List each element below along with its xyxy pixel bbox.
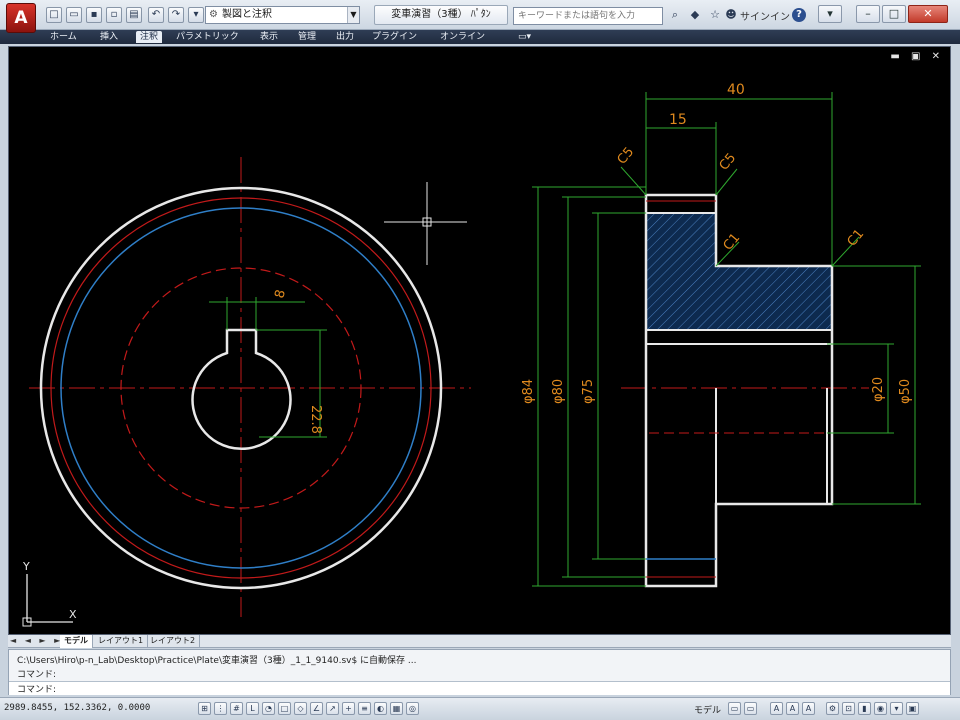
workspace-select[interactable]: ⚙ 製図と注釈 ▼ <box>205 6 360 24</box>
document-title: 変車演習（3種） ﾊﾟﾀﾝ <box>374 5 508 25</box>
quick-view-layouts-icon[interactable]: ▭ <box>728 702 741 715</box>
minimize-icon[interactable]: – <box>856 5 880 23</box>
object-snap-tracking-icon[interactable]: ∠ <box>310 702 323 715</box>
tab-layout2[interactable]: レイアウト2 <box>146 635 201 648</box>
status-bar: 2989.8455, 152.3362, 0.0000 ⊞ ⋮ # L ◔ □ … <box>0 697 960 720</box>
save-as-icon[interactable]: ▫ <box>106 7 122 23</box>
command-window: C:\Users\Hiro\p-n_Lab\Desktop\Practice\P… <box>8 649 951 695</box>
dim-bore-diameter: φ20 <box>871 377 886 402</box>
dim-hub-width: 15 <box>669 112 687 128</box>
command-prompt-line: コマンド: <box>17 670 57 680</box>
grid-display-icon[interactable]: # <box>230 702 243 715</box>
tab-insert[interactable]: 挿入 <box>96 31 122 43</box>
workspace-select-value: 製図と注釈 <box>222 9 272 20</box>
open-folder-icon[interactable]: ▭ <box>66 7 82 23</box>
chamfer-label-left: C5 <box>615 145 638 168</box>
tab-layout1[interactable]: レイアウト1 <box>94 635 149 648</box>
dynamic-ucs-icon[interactable]: ↗ <box>326 702 339 715</box>
close-icon[interactable]: ✕ <box>908 5 948 23</box>
drawing-area[interactable]: 8 22.8 40 15 C5 C5 C1 C1 φ84 φ80 φ75 φ20… <box>8 46 951 635</box>
lineweight-icon[interactable]: ≡ <box>358 702 371 715</box>
redo-icon[interactable]: ↷ <box>168 7 184 23</box>
annotation-visibility-icon[interactable]: A <box>786 702 799 715</box>
dim-key-depth: 22.8 <box>308 405 323 434</box>
hatch-rim <box>646 213 716 330</box>
layout-nav-arrows[interactable]: ◄ ◄ ► ► <box>10 636 63 645</box>
isolate-objects-icon[interactable]: ◉ <box>874 702 887 715</box>
tab-view[interactable]: 表示 <box>256 31 282 43</box>
lock-icon[interactable]: ⊡ <box>842 702 855 715</box>
snap-mode-icon[interactable]: ⋮ <box>214 702 227 715</box>
title-bar: A □ ▭ ▪ ▫ ▤ ↶ ↷ ▾ ⚙ 製図と注釈 ▼ 変車演習（3種） ﾊﾟﾀ… <box>0 0 960 33</box>
user-icon[interactable]: ☻ <box>724 8 738 22</box>
signin-button[interactable]: サインイン <box>740 8 790 23</box>
chevron-down-icon: ▼ <box>347 7 359 23</box>
document-title-text: 変車演習（3種） <box>391 9 468 20</box>
ribbon-tab-bar: ホーム 挿入 注釈 パラメトリック 表示 管理 出力 プラグイン オンライン ▭… <box>0 30 960 44</box>
ribbon-toggle-icon[interactable]: ▭▾ <box>514 31 535 43</box>
workspace-switching-icon[interactable]: ⚙ <box>826 702 839 715</box>
tab-output[interactable]: 出力 <box>332 31 358 43</box>
dynamic-input-icon[interactable]: + <box>342 702 355 715</box>
tab-parametric[interactable]: パラメトリック <box>172 31 243 43</box>
print-icon[interactable]: ▤ <box>126 7 142 23</box>
viewport-controls[interactable]: ▬ ▣ ✕ <box>890 51 944 62</box>
maximize-icon[interactable]: □ <box>882 5 906 23</box>
selection-cycling-icon[interactable]: ◎ <box>406 702 419 715</box>
infer-constraints-icon[interactable]: ⊞ <box>198 702 211 715</box>
document-title-suffix: ﾊﾟﾀﾝ <box>470 9 491 20</box>
layout-tab-bar: ◄ ◄ ► ► モデル レイアウト1 レイアウト2 <box>8 635 951 648</box>
info-icon[interactable]: ▾ <box>818 5 842 23</box>
model-space-toggle[interactable]: モデル <box>694 703 721 716</box>
communication-icon[interactable]: ☆ <box>708 8 722 22</box>
quick-properties-icon[interactable]: ▦ <box>390 702 403 715</box>
hatch-hub <box>716 266 832 330</box>
save-icon[interactable]: ▪ <box>86 7 102 23</box>
tab-manage[interactable]: 管理 <box>294 31 320 43</box>
gear-icon: ⚙ <box>209 9 218 20</box>
transparency-icon[interactable]: ◐ <box>374 702 387 715</box>
hardware-acceleration-icon[interactable]: ▮ <box>858 702 871 715</box>
new-file-icon[interactable]: □ <box>46 7 62 23</box>
command-history: C:\Users\Hiro\p-n_Lab\Desktop\Practice\P… <box>17 656 417 666</box>
search-icon[interactable]: ⌕ <box>668 8 682 22</box>
front-view: 8 22.8 <box>29 157 471 617</box>
dim-outer-diameter: φ84 <box>521 379 536 404</box>
tab-plugins[interactable]: プラグイン <box>368 31 421 43</box>
search-input[interactable] <box>513 7 663 25</box>
annotation-scale-icon[interactable]: A <box>770 702 783 715</box>
application-menu-button[interactable]: A <box>6 3 36 33</box>
undo-icon[interactable]: ↶ <box>148 7 164 23</box>
ucs-icon: Y X <box>22 560 77 627</box>
ortho-mode-icon[interactable]: L <box>246 702 259 715</box>
chamfer-label-outer: C1 <box>845 227 868 250</box>
dim-key-width: 8 <box>272 288 289 300</box>
dim-second-diameter: φ80 <box>551 379 566 404</box>
quick-access-dropdown-icon[interactable]: ▾ <box>188 7 204 23</box>
subscription-icon[interactable]: ◆ <box>688 8 702 22</box>
tab-home[interactable]: ホーム <box>46 31 81 43</box>
coordinate-readout: 2989.8455, 152.3362, 0.0000 <box>4 703 151 713</box>
quick-view-drawings-icon[interactable]: ▭ <box>744 702 757 715</box>
ucs-x-label: X <box>69 608 77 621</box>
status-menu-icon[interactable]: ▾ <box>890 702 903 715</box>
dim-hub-diameter: φ50 <box>898 379 913 404</box>
clean-screen-icon[interactable]: ▣ <box>906 702 919 715</box>
dim-pitch-diameter: φ75 <box>581 379 596 404</box>
chamfer-label-inner: C1 <box>721 231 744 254</box>
ucs-y-label: Y <box>22 560 30 573</box>
dim-overall-width: 40 <box>727 82 745 98</box>
drawing-canvas[interactable]: 8 22.8 40 15 C5 C5 C1 C1 φ84 φ80 φ75 φ20… <box>9 47 951 635</box>
polar-tracking-icon[interactable]: ◔ <box>262 702 275 715</box>
auto-scale-icon[interactable]: A <box>802 702 815 715</box>
command-input[interactable] <box>9 681 950 695</box>
object-snap-icon[interactable]: □ <box>278 702 291 715</box>
tab-model[interactable]: モデル <box>60 635 93 648</box>
section-view: 40 15 C5 C5 C1 C1 φ84 φ80 φ75 φ20 φ50 <box>521 82 921 588</box>
help-icon[interactable]: ? <box>792 8 806 22</box>
tab-annotate[interactable]: 注釈 <box>136 31 163 43</box>
tab-online[interactable]: オンライン <box>436 31 489 43</box>
3d-osnap-icon[interactable]: ◇ <box>294 702 307 715</box>
crosshair-cursor <box>384 182 467 265</box>
